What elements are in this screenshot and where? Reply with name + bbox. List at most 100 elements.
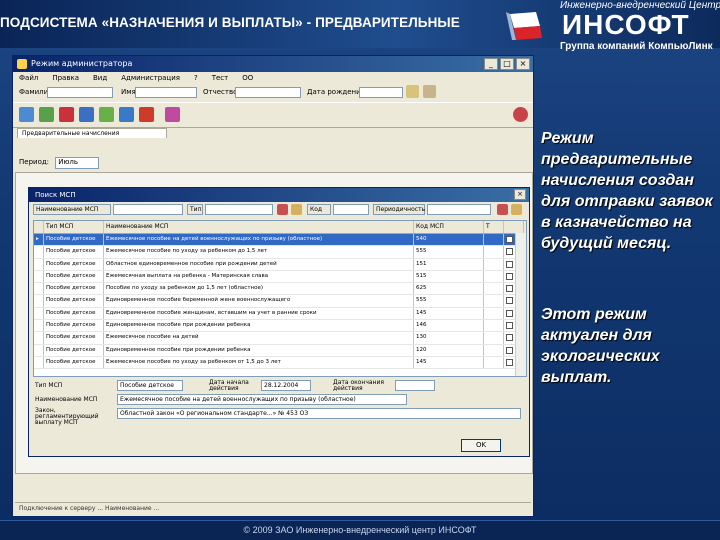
table-row[interactable]: Пособие детское Ежемесячное пособие на де… [34, 332, 526, 345]
close-button[interactable]: × [516, 58, 530, 70]
toolbar [13, 102, 533, 128]
filter-clear-icon[interactable] [291, 204, 302, 215]
lastname-input[interactable] [47, 87, 113, 98]
table-row[interactable]: Пособие детское Ежемесячная выплата на ре… [34, 270, 526, 284]
cell-name: Областное единовременное пособие при рож… [104, 258, 414, 270]
patronymic-input[interactable] [235, 87, 301, 98]
detail-type-value[interactable]: Пособие детское [117, 380, 183, 391]
cell-name: Ежемесячное пособие на детей [104, 332, 414, 344]
cell-type: Пособие детское [44, 246, 104, 258]
cell-t [484, 246, 504, 258]
col-code[interactable]: Код МСП [414, 221, 484, 233]
person-icon[interactable] [19, 107, 34, 122]
tab-bar: Предварительные начисления [13, 128, 533, 138]
birthdate-input[interactable] [359, 87, 403, 98]
cell-name: Единовременное пособие беременной жене в… [104, 295, 414, 307]
menu-help[interactable]: ? [194, 72, 198, 84]
firstname-input[interactable] [135, 87, 197, 98]
code-filter-label: Код [307, 204, 331, 215]
grid-scrollbar[interactable] [515, 233, 526, 376]
cell-name: Единовременное пособие при рождении ребе… [104, 344, 414, 356]
row-checkbox[interactable] [506, 236, 513, 243]
row-indicator [34, 320, 44, 332]
menu-edit[interactable]: Правка [52, 72, 79, 84]
report-icon[interactable] [165, 107, 180, 122]
col-type[interactable]: Тип МСП [44, 221, 104, 233]
table-row[interactable]: Пособие детское Единовременное пособие пр… [34, 344, 526, 357]
cell-type: Пособие детское [44, 270, 104, 283]
col-t[interactable]: Т [484, 221, 504, 233]
periodicity-filter-input[interactable] [427, 204, 491, 215]
logo-main-text: ИНСОФТ [562, 9, 690, 40]
caption-preliminary: Режим предварительные начисления создан … [541, 130, 713, 252]
filter-apply-icon[interactable] [277, 204, 288, 215]
refresh-icon[interactable] [99, 107, 114, 122]
row-checkbox[interactable] [506, 309, 513, 317]
exit-icon[interactable] [513, 107, 528, 122]
row-checkbox[interactable] [506, 358, 513, 366]
detail-name-label: Наименование МСП [35, 396, 98, 403]
cancel-icon[interactable] [139, 107, 154, 122]
filter2-apply-icon[interactable] [497, 204, 508, 215]
table-row[interactable]: Пособие детское Пособие по уходу за ребен… [34, 283, 526, 296]
row-checkbox[interactable] [506, 297, 513, 305]
grid-header-indicator [34, 221, 44, 233]
cell-name: Единовременное пособие при рождении ребе… [104, 320, 414, 332]
copy-icon[interactable] [119, 107, 134, 122]
table-row[interactable]: Пособие детское Единовременное пособие бе… [34, 295, 526, 308]
cell-type: Пособие детское [44, 307, 104, 320]
menu-test[interactable]: Тест [212, 72, 229, 84]
detail-name-value[interactable]: Ежемесячное пособие на детей военнослужа… [117, 394, 407, 405]
row-checkbox[interactable] [506, 346, 513, 354]
menu-oo[interactable]: ОО [242, 72, 253, 84]
row-indicator [34, 307, 44, 320]
row-checkbox[interactable] [506, 322, 513, 330]
cell-code: 145 [414, 307, 484, 320]
maximize-button[interactable]: □ [500, 58, 514, 70]
slide-title: ПОДСИСТЕМА «НАЗНАЧЕНИЯ И ВЫПЛАТЫ» - ПРЕД… [0, 15, 460, 30]
detail-start-label: Дата начала действия [209, 379, 249, 392]
dialog-close-button[interactable]: × [514, 189, 526, 200]
row-checkbox[interactable] [506, 248, 513, 256]
minimize-button[interactable]: _ [484, 58, 498, 70]
cell-name: Пособие по уходу за ребенком до 1,5 лет … [104, 283, 414, 295]
table-row[interactable]: Пособие детское Единовременное пособие же… [34, 307, 526, 321]
ok-button[interactable]: OK [461, 439, 501, 452]
detail-end-value[interactable] [395, 380, 435, 391]
period-select[interactable]: Июль [55, 157, 100, 169]
menu-admin[interactable]: Администрация [121, 72, 180, 84]
row-checkbox[interactable] [506, 285, 513, 293]
row-checkbox[interactable] [506, 334, 513, 342]
menu-view[interactable]: Вид [93, 72, 107, 84]
col-check [504, 221, 524, 233]
cell-name: Ежемесячное пособие по уходу за ребенком… [104, 356, 414, 369]
menu-file[interactable]: Файл [19, 72, 38, 84]
filter2-clear-icon[interactable] [511, 204, 522, 215]
name-filter-input[interactable] [113, 204, 183, 215]
cell-t [484, 295, 504, 307]
clear-search-icon[interactable] [423, 85, 436, 98]
cell-t [484, 320, 504, 332]
tab-preliminary[interactable]: Предварительные начисления [17, 128, 167, 138]
table-row[interactable]: Пособие детское Ежемесячное пособие по ух… [34, 356, 526, 370]
col-name[interactable]: Наименование МСП [104, 221, 414, 233]
detail-start-value[interactable]: 28.12.2004 [261, 380, 311, 391]
birthdate-label: Дата рождения [307, 88, 365, 96]
search-icon[interactable] [406, 85, 419, 98]
type-filter-input[interactable] [205, 204, 273, 215]
row-checkbox[interactable] [506, 260, 513, 268]
table-row[interactable]: Пособие детское Ежемесячное пособие по ух… [34, 246, 526, 259]
table-row[interactable]: ▸ Пособие детское Ежемесячное пособие на д… [34, 234, 526, 247]
table-row[interactable]: Пособие детское Единовременное пособие пр… [34, 320, 526, 333]
delete-icon[interactable] [59, 107, 74, 122]
add-icon[interactable] [39, 107, 54, 122]
row-checkbox[interactable] [506, 272, 513, 280]
periodicity-filter-label: Периодичность [373, 204, 425, 215]
app-window-titlebar: Режим администратора _ □ × [13, 56, 533, 72]
cell-code: 540 [414, 234, 484, 246]
save-icon[interactable] [79, 107, 94, 122]
code-filter-input[interactable] [333, 204, 369, 215]
table-row[interactable]: Пособие детское Областное единовременное … [34, 258, 526, 271]
grid-body: ▸ Пособие детское Ежемесячное пособие на д… [34, 234, 526, 370]
detail-law-value[interactable]: Областной закон «О региональном стандарт… [117, 408, 521, 419]
